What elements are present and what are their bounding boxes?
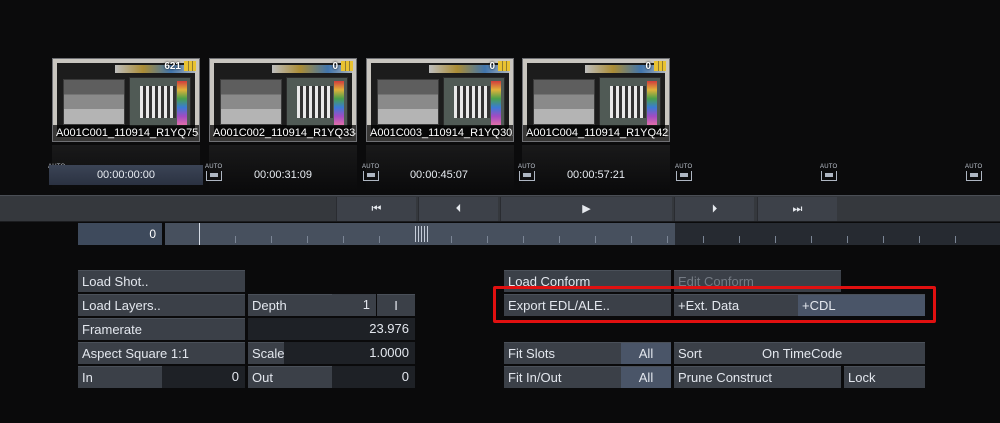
clip-thumbnail-1[interactable]: 621 A001C001_110914_R1YQ753) <box>52 58 200 142</box>
prune-construct-button[interactable]: Prune Construct <box>674 366 841 388</box>
auto-transition-icon[interactable]: AUTO <box>820 164 838 182</box>
go-to-end-button[interactable]: ⏭ <box>757 197 837 221</box>
depth-toggle-button[interactable]: I <box>377 294 415 316</box>
step-back-button[interactable]: ⏴ <box>418 197 498 221</box>
in-label: In <box>78 366 162 388</box>
aspect-button[interactable]: Aspect Square 1:1 <box>78 342 245 364</box>
framerate-value-field[interactable]: 23.976 <box>248 318 415 340</box>
load-layers-button[interactable]: Load Layers.. <box>78 294 245 316</box>
clip-count: 621 <box>164 61 181 72</box>
play-button[interactable]: ▶ <box>500 197 672 221</box>
fit-slots-value[interactable]: All <box>621 342 671 364</box>
out-value-field[interactable]: 0 <box>332 366 415 388</box>
transport-bar: ⏮ ⏴ ▶ ⏵ ⏭ <box>0 195 1000 222</box>
scale-label: Scale <box>248 342 285 364</box>
clip-name: A001C004_110914_R1YQ422) <box>523 125 669 141</box>
clip-status-icon <box>498 61 510 71</box>
lock-button[interactable]: Lock <box>844 366 925 388</box>
clip-timecode: 00:00:57:21 <box>566 169 626 181</box>
clip-status-icon <box>341 61 353 71</box>
clip-timecode: 00:00:45:07 <box>409 169 469 181</box>
clip-status-icon <box>654 61 666 71</box>
go-to-start-button[interactable]: ⏮ <box>336 197 416 221</box>
fit-slots-label: Fit Slots <box>504 342 621 364</box>
clip-name: A001C003_110914_R1YQ302) <box>367 125 513 141</box>
scale-value-field[interactable]: 1.0000 <box>284 342 415 364</box>
skip-forward-icon: ⏭ <box>792 203 803 215</box>
fit-in-out-label: Fit In/Out <box>504 366 621 388</box>
timeline-scrubber[interactable] <box>165 223 1000 245</box>
sort-mode-button[interactable]: On TimeCode <box>758 342 925 364</box>
fit-in-out-value[interactable]: All <box>621 366 671 388</box>
play-icon: ▶ <box>582 203 591 215</box>
step-forward-icon: ⏵ <box>711 203 718 215</box>
clip-thumbnail-4[interactable]: 0 A001C004_110914_R1YQ422) <box>522 58 670 142</box>
frame-number-field[interactable]: 0 <box>78 223 162 245</box>
clip-thumbnail-2[interactable]: 0 A001C002_110914_R1YQ334) <box>209 58 357 142</box>
step-back-icon: ⏴ <box>455 203 462 215</box>
clip-name: A001C002_110914_R1YQ334) <box>210 125 356 141</box>
in-value-field[interactable]: 0 <box>162 366 245 388</box>
clip-count: 0 <box>645 61 651 72</box>
auto-transition-icon[interactable]: AUTO <box>675 164 693 182</box>
load-shot-button[interactable]: Load Shot.. <box>78 270 245 292</box>
clip-name: A001C001_110914_R1YQ753) <box>53 125 199 141</box>
clip-count: 0 <box>332 61 338 72</box>
out-label: Out <box>248 366 332 388</box>
framerate-button[interactable]: Framerate <box>78 318 245 340</box>
scrub-handle[interactable] <box>415 226 429 242</box>
playhead[interactable] <box>199 223 200 245</box>
depth-value-field[interactable]: 1 <box>332 294 376 316</box>
clip-thumbnail-3[interactable]: 0 A001C003_110914_R1YQ302) <box>366 58 514 142</box>
step-forward-button[interactable]: ⏵ <box>674 197 754 221</box>
clip-status-icon <box>184 61 196 71</box>
clip-timecode: 00:00:00:00 <box>49 165 203 185</box>
highlight-box <box>493 286 936 323</box>
auto-transition-icon[interactable]: AUTO <box>965 164 983 182</box>
timeline-unused-region <box>675 223 1000 245</box>
sort-label: Sort <box>674 342 758 364</box>
clip-count: 0 <box>489 61 495 72</box>
clip-timecode: 00:00:31:09 <box>253 169 313 181</box>
clip-strip: 621 A001C001_110914_R1YQ753) 0 A001C002_… <box>0 0 1000 195</box>
depth-label: Depth <box>248 294 332 316</box>
skip-back-icon: ⏮ <box>371 203 382 215</box>
